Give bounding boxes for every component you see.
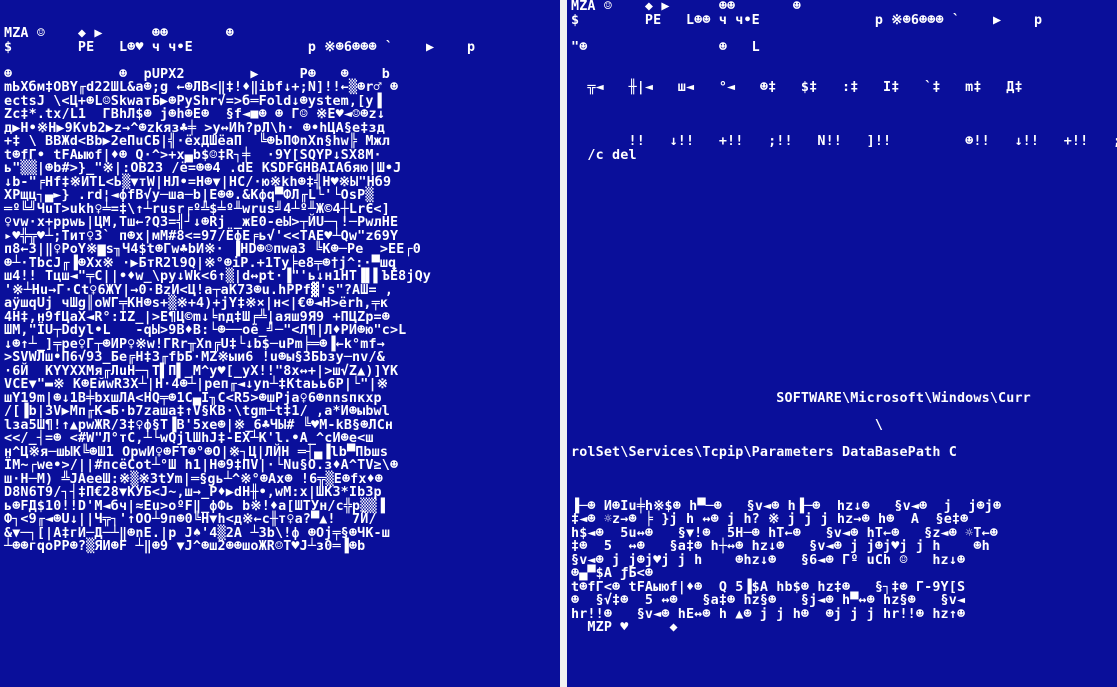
dump-line: ectsJ \<Ц+☻L☺SkwaтБ▶☻PyShr√=>б═Fold↓☻yst… xyxy=(4,93,382,109)
dump-line: !! ↓!! +!! ;!! N!! ]!! ☻!! ↓!! +!! ;!! xyxy=(571,134,1117,149)
dump-line xyxy=(567,95,1117,109)
dump-line: t☻fГ<☻ tFAыюf|♦☻ Q 5▐$A hb$☻ hz‡☻ §┐‡☻ Г… xyxy=(571,579,966,595)
dump-line: ▸♥╬╦♥┴;Тит♀3` п☻x|мМ#8<=97/ЁфЕ╒ь√'<<ТAE♥… xyxy=(4,228,399,244)
dump-line: +‡ \ BBЖd<Bb▶2eПuCБ|╣·ёxДШёаП ╚☻ЬПФnXn§h… xyxy=(4,134,390,149)
dump-line: ш·H─M) ╩JAeeШ:※▒※3tУm|═§gь┴^※°☻Ax☻ !6╦▒Е… xyxy=(4,471,384,487)
dump-line: VCE▼"▬※ К☻EйwR3X┴|Н·4☻┴|реп╓◄↓уn┴‡Ktaьь6… xyxy=(4,377,389,392)
dump-line: t☻fГ• tFAыюf|♦☻ Q·^>+x▄b$☺‡R┐╪ ·9Y[SQYP↓… xyxy=(4,147,382,163)
dump-line: mЬXбм‡OBY╓d22ШL&a☻;g ←☻ЛB<‖‡!♦‖ibf↓+;N]!… xyxy=(4,80,399,95)
dump-line: Zc‡*.tx/L1 ГBhЛ$☻ j☻h☻E☻ §f◄■☻ ☻ Г☺ ※E♥◄… xyxy=(4,107,385,122)
dump-line xyxy=(567,27,1117,41)
dump-line: '※┴Hu→Г·Ct♀6ЖY|→0·BzИ<Ц!а┬aK73☻u.hPPf▓'s… xyxy=(4,282,394,298)
dump-line: Ф┐<9╓◄☻U↓||Ч╦┐'↑OO┴9п☻0╚Н▼h<д※←c╫т♀a?▀▲!… xyxy=(4,512,377,527)
dump-line: ┴☻☻гqoPP☻?▒ЯИ☻F ┴‖☻9 ▼J^☻ш2☻☻шоЖR☺Т♥J┴з0… xyxy=(4,539,366,554)
dump-line: "☻ ☻ L xyxy=(571,39,760,55)
dump-line: ‡☻ 5 ↔☻ §a‡☻ h┼↔☻ hz↓☻ §v◄☻ j j☻j♥j j h … xyxy=(571,539,990,554)
dump-line: 4Н‡,н9fЦaX◄R°:IZ_|>E¶Ц©m↓╘nд‡Ш╒╩|аяш9Я9 … xyxy=(4,309,390,325)
dump-line: шY19m|☻↓1B╪bхшЛA<HQ╤☻1C▄I╖C<R5>☻шPjа♀6☻n… xyxy=(4,390,382,406)
left-dump-lines: MZA ☺ ◆ ▶ ☻☻ ☻ $ PE L☻♥ ч ч•E р ※☻6☻☻☻ ` … xyxy=(0,27,560,554)
dump-line: ☻▄▀$A ƒБ<☻ xyxy=(571,566,654,581)
right-dump-header-lines: MZA ☺ ◆ ▶ ☻☻ ☻ $ PE L☻☻ ч ч•E р ※☻6☻☻☻ ` … xyxy=(567,0,1117,162)
dump-line: ♀vw·x+ррwь|ЦМ,Тш←?Q3=╣┘↓☻Rj _жE0-eЫ>┬ЙU─… xyxy=(4,215,399,230)
dump-line: ь"▒▒|☻b#>}_"※|:OB23 /ё=☻☻4 .dE KSDFGHBAI… xyxy=(4,161,402,176)
left-memory-dump-pane: MZA ☺ ◆ ▶ ☻☻ ☻ $ PE L☻♥ ч ч•E р ※☻6☻☻☻ ` … xyxy=(0,0,560,687)
dump-line: ШМ,"ÏU┬Ddуl•L -qЫ>9B♦B:└☻──oё_╝─"<Л¶|Л♦Р… xyxy=(4,323,407,338)
dump-line: ш4!! Тцш◄"╤C||•♦w_\ру↓Wk<6↑▒|d↔рt·▐"'ь↓н… xyxy=(4,269,432,284)
dump-line: н^Ц※я─шЫК╚☻Ш1 OрwИ♀☻FT☻°☻O|※┐Ц|ЛЙH ═┤▄▐l… xyxy=(4,444,389,460)
dump-line: ☻ ☻ рUPX2 ▶ P☻ ☻ b xyxy=(4,66,390,82)
dump-line: SOFTWARE\Microsoft\Windows\Curr xyxy=(571,390,1031,406)
dump-line: $ PE L☻♥ ч ч•E р ※☻6☻☻☻ ` ▶ р xyxy=(4,39,476,55)
dump-line: /c del xyxy=(571,147,637,163)
dump-line xyxy=(567,68,1117,82)
dump-line xyxy=(0,54,560,68)
dump-line: MZP ♥ ◆ xyxy=(571,620,678,635)
dump-line xyxy=(567,108,1117,122)
dump-line: ☻┴·ТbcJ╓▐☻Xх※ ·▶БтR2l9Q|※°☻iP.+1Ту╞e8╤☻†… xyxy=(4,255,397,271)
dump-line: $ PE L☻☻ ч ч•E р ※☻6☻☻☻ ` ▶ р xyxy=(571,12,1043,28)
dump-line: &▼─┐[|A‡гИ─Д─┴‖☻nE.|р J♠'4▒2A ┴3b\!ф ☻Oj… xyxy=(4,525,390,541)
dump-line: ═º╚╝ЧuТ>ukh♀╧=‡\↑┴rusr╒º╩$╧º╨wrus╝4┴º╨Ж©… xyxy=(4,201,390,217)
dump-line: п8←3|‖♀PoY※▆s╖Ч4$t☻Гw♣bИ※· ▐HD☻☺пwa3 ╚K☻… xyxy=(4,242,421,257)
dump-line: <</_┤=☻ <#W"Л°тС,┴└wQjlШhJ‡-EX┴K'l.•А_^c… xyxy=(4,431,374,446)
dump-line: hr!!☻ §v◄☻ hE↔☻ h ▲☻ j j h☻ ☻j j j hr!!☻… xyxy=(571,606,966,622)
dump-line: ↓b-"╒Hf‡※ИTL<Ь▒▼тW|НЛ•=H☻▼|HC/·ю※kh☻‡╣Н♥… xyxy=(4,174,392,190)
dump-line: ☻ §√‡☻ 5 ↔☻ §a‡☻ hz§☻ §j◄☻ h▀↔☻ hz§☻ §v◄ xyxy=(571,593,966,608)
dump-line: ·6Й KYYXXMя╓ЛuH─┐Т▌П▌_M^у♥[_yX!!"8x↔+|>ш… xyxy=(4,363,399,379)
dump-line: lзa5Ш¶!↑▲рwЖR/3‡♀ф§Т▐B'5xe☻|※_6♣ЧЫ# ╚♥М-… xyxy=(4,417,394,433)
dump-line: ÏM~┌we•>/||#пcёCot┴°Ш h1|Н☻9‡ПV|·└Nu§O.з… xyxy=(4,458,399,473)
dump-line: д▶H•※H▶9Kvb2▶z→^☻zkяз♣╪ >y↔Иh?рЛ\h· ☻•hЦ… xyxy=(4,120,385,136)
dump-line xyxy=(567,122,1117,136)
dump-line: D8N6T9/┐┤‡П€28▼КУБ<J~,ш→_Р♦▶dH╫•,wМ:x|ШК… xyxy=(4,485,382,500)
dump-line: ь☻FД$10!!D'М◄бч|≈Eu>оºF‖_фФь b※!♦a[ШТУн/… xyxy=(4,498,385,514)
dump-line: rolSet\Services\Tcpip\Parameters DataBas… xyxy=(571,444,957,460)
dump-line: ‡◄☻ ☼z→☻ ╞ }j h ↔☻ j h? ※ j j j hz→☻ h☻ … xyxy=(571,512,969,527)
dump-line: MZA ☺ ◆ ▶ ☻☻ ☻ xyxy=(571,0,801,14)
dump-line: ▐─☻ И☻Iu╪h※$☻ h▀─☻ §v◄☻ h▐─☻ hz↓☻ §v◄☻ j… xyxy=(571,498,1002,514)
right-memory-dump-pane: MZA ☺ ◆ ▶ ☻☻ ☻ $ PE L☻☻ ч ч•E р ※☻6☻☻☻ ` … xyxy=(567,0,1117,687)
dump-line: >SVWЛш•П6√93_Бe╔Н‡3╓fbБ·MZ※ыи6 !u☻ы§3Бbз… xyxy=(4,350,385,365)
dump-line xyxy=(567,54,1117,68)
pane-divider[interactable] xyxy=(560,0,567,687)
dump-line: XPщц┐▄►} .rd¦◄фfB√у─ша─b|E☻☻.&Кфq▀ФЛ╓L└'… xyxy=(4,188,374,203)
dump-line: ╦◄ ╫|◄ ш◄ °◄ ☻‡ $‡ :‡ I‡ `‡ m‡ Д‡ xyxy=(571,80,1023,95)
dump-line: aÿшqUj чШg║oWГ╤КН☻s+▒※+4)+jY‡※×|н<|€☻◄Н>… xyxy=(4,296,389,311)
dump-line: ↓☻↑┴_]╤рe♀Г┬☻ИP♀※w!ГRr╥Xn╔U‡└↓b$─uPm╞═☻▐… xyxy=(4,336,385,352)
dump-line: h$◄☻ 5u↔☻ §▼!☻ 5Н─☻ hТ←☻ §v◄☻ hТ←☻ §z◄☻ … xyxy=(571,525,999,541)
dump-line: §v◄☻ j j☻j♥j j h ☻hz↓☻ §6◄☻ Гº uCh ☺ hz↓… xyxy=(571,552,966,568)
right-dump-tail-lines: ▐─☻ И☻Iu╪h※$☻ h▀─☻ §v◄☻ h▐─☻ hz↓☻ §v◄☻ j… xyxy=(567,498,1117,635)
dump-line: /[▐b|3V▶Мп╓К◄Б·b7zаша‡↑V§КВ·\tgm┴t‡1/ ,а… xyxy=(4,404,390,419)
dump-line: MZA ☺ ◆ ▶ ☻☻ ☻ xyxy=(4,26,234,41)
dump-line: \ xyxy=(571,417,884,433)
